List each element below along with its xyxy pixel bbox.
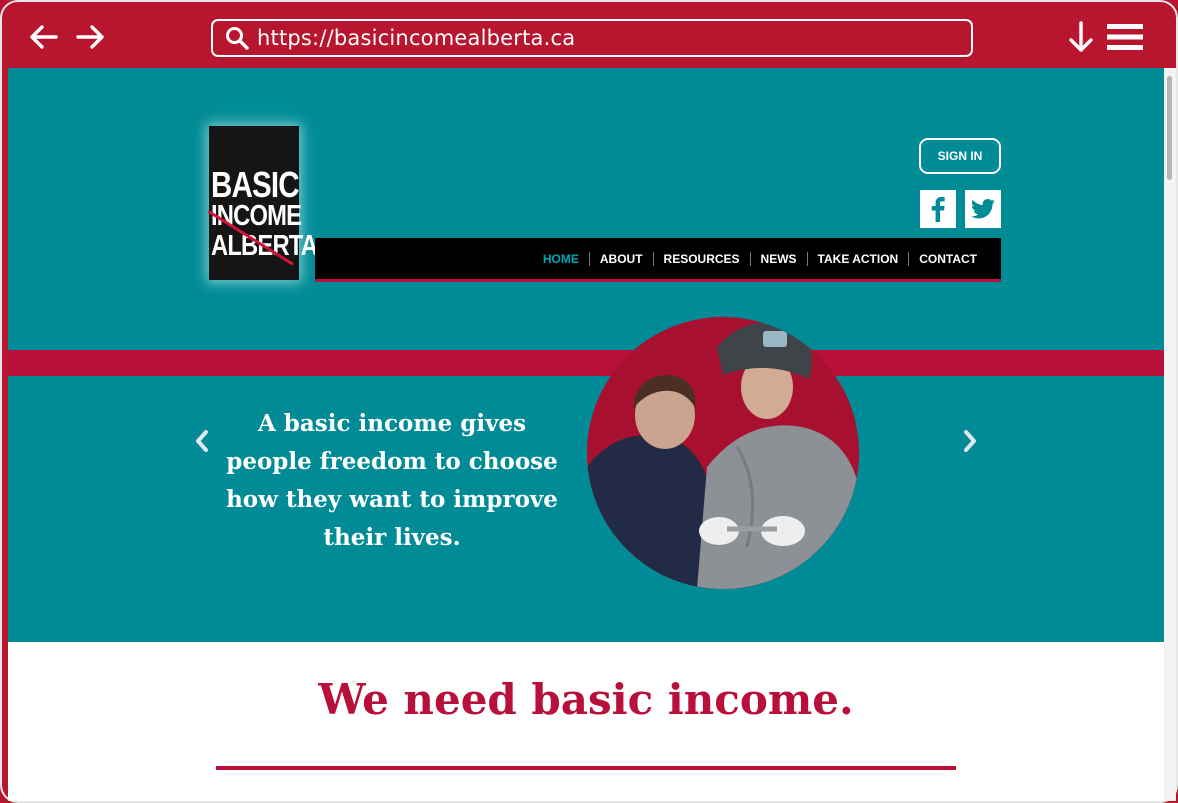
logo-word-income: INCOME xyxy=(211,200,302,232)
url-text: https://basicincomealberta.ca xyxy=(257,26,576,50)
address-bar[interactable]: https://basicincomealberta.ca xyxy=(211,19,973,57)
arrow-right-icon xyxy=(76,25,104,49)
hamburger-icon xyxy=(1107,24,1143,50)
section-divider xyxy=(216,766,956,770)
search-icon xyxy=(226,27,249,50)
carousel-next-button[interactable] xyxy=(960,428,980,454)
arrow-left-icon xyxy=(30,25,58,49)
site-logo[interactable]: BASIC INCOME ALBERTA xyxy=(207,126,318,280)
nav-item-news[interactable]: NEWS xyxy=(749,251,807,266)
twitter-icon xyxy=(971,199,995,219)
hero-red-band xyxy=(8,350,1164,376)
scrollbar-thumb[interactable] xyxy=(1167,76,1172,180)
twitter-link[interactable] xyxy=(965,190,1001,228)
sign-in-button[interactable]: SIGN IN xyxy=(919,138,1001,174)
menu-button[interactable] xyxy=(1106,22,1144,52)
hero-photo xyxy=(587,317,859,589)
facebook-link[interactable] xyxy=(920,190,956,228)
browser-toolbar: https://basicincomealberta.ca xyxy=(2,2,1176,68)
page-scrollbar[interactable] xyxy=(1164,68,1176,801)
chevron-left-icon xyxy=(196,430,208,452)
main-nav: HOME ABOUT RESOURCES NEWS TAKE ACTION CO… xyxy=(315,238,1001,282)
nav-item-resources[interactable]: RESOURCES xyxy=(652,251,750,266)
hero-quote: A basic income gives people freedom to c… xyxy=(226,410,558,551)
nav-item-contact[interactable]: CONTACT xyxy=(908,251,987,266)
forward-button[interactable] xyxy=(74,20,108,54)
nav-item-take-action[interactable]: TAKE ACTION xyxy=(806,251,909,266)
download-button[interactable] xyxy=(1066,20,1096,54)
hero-photo-illustration xyxy=(587,317,859,589)
chevron-right-icon xyxy=(964,430,976,452)
nav-item-about[interactable]: ABOUT xyxy=(588,251,653,266)
section-heading: We need basic income. xyxy=(318,675,854,724)
nav-item-home[interactable]: HOME xyxy=(533,252,589,266)
page-viewport: BASIC INCOME ALBERTA SIGN IN HOME ABOUT … xyxy=(8,68,1164,801)
carousel-prev-button[interactable] xyxy=(192,428,212,454)
facebook-icon xyxy=(931,197,945,222)
arrow-down-icon xyxy=(1069,21,1093,52)
back-button[interactable] xyxy=(26,20,60,54)
hero-section: BASIC INCOME ALBERTA SIGN IN HOME ABOUT … xyxy=(8,68,1164,642)
